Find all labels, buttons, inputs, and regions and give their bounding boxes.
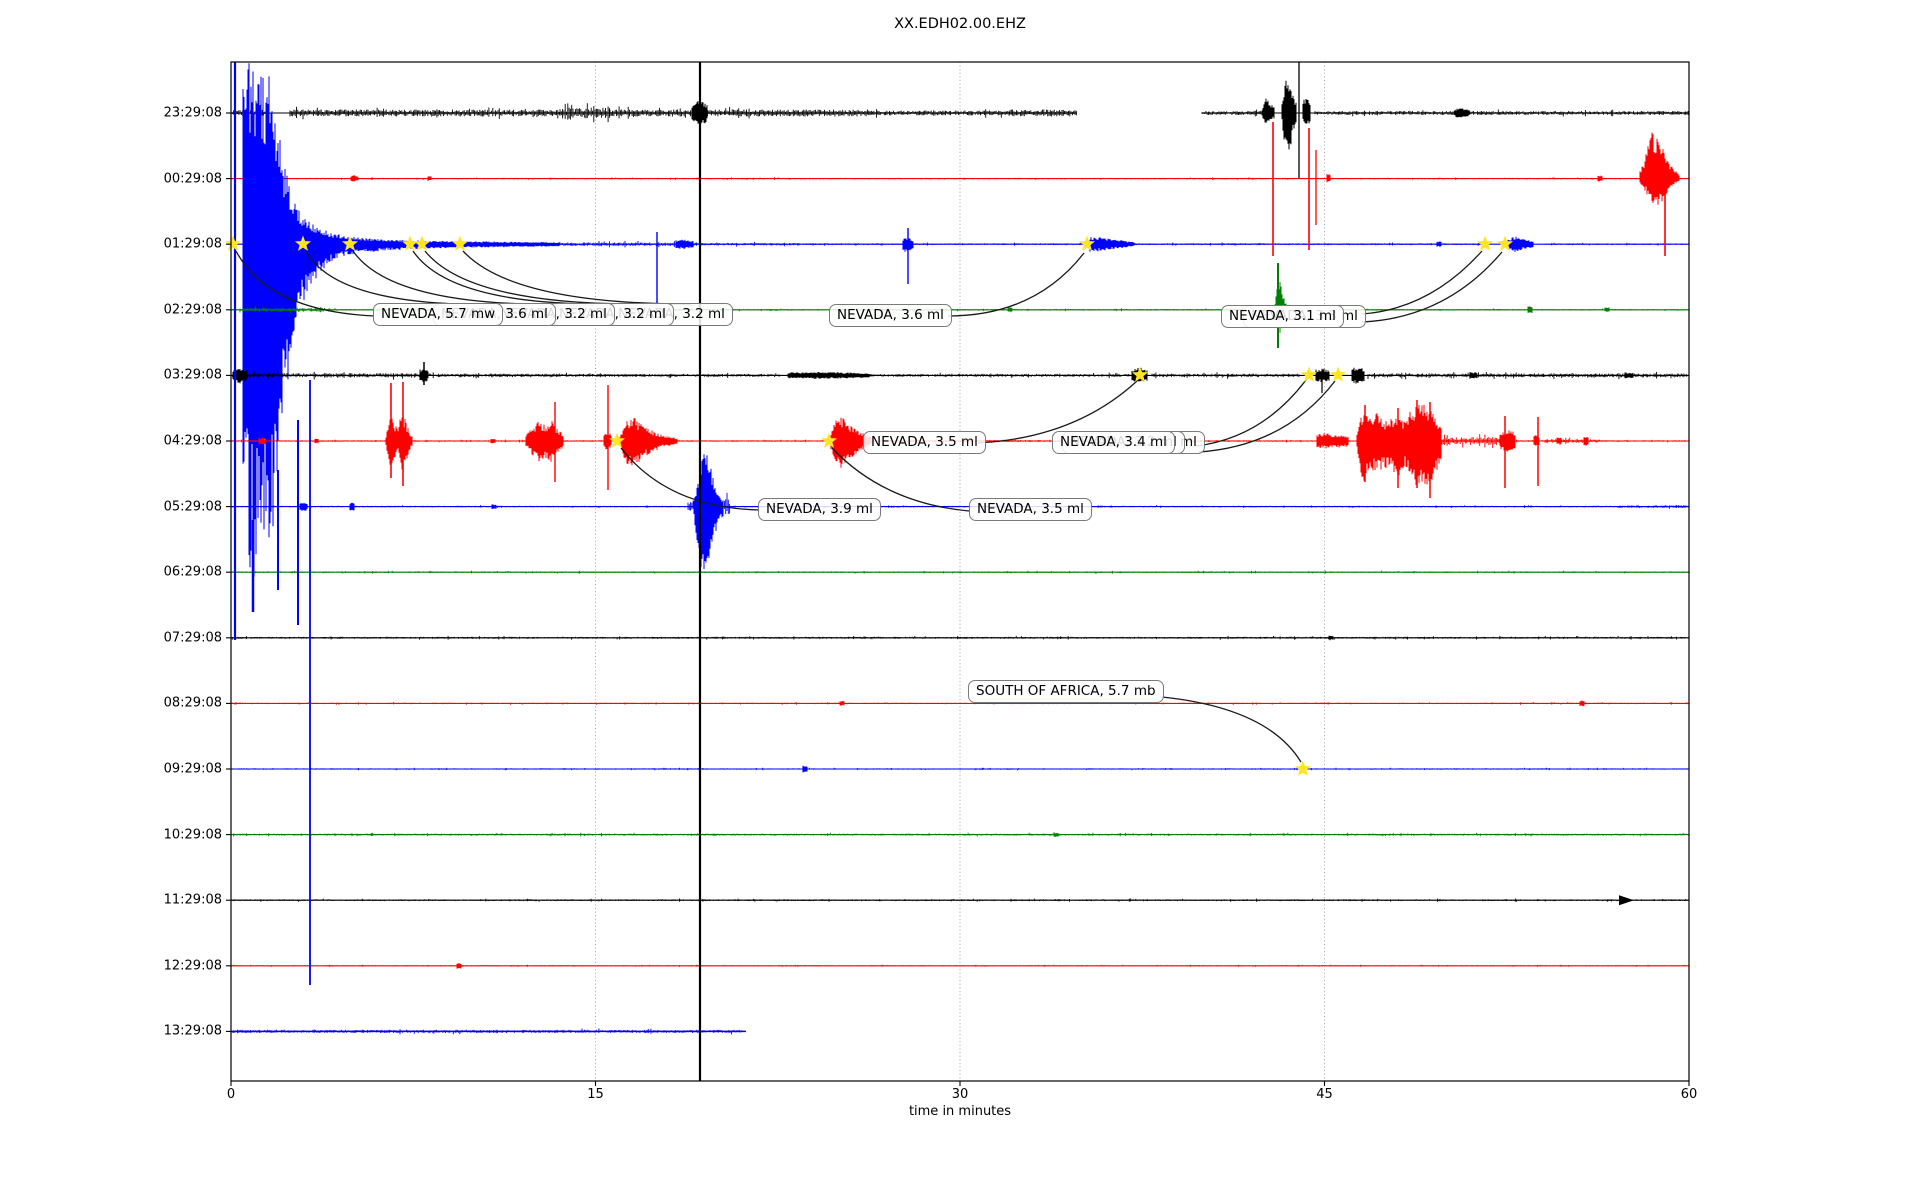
trace-event-burst: [803, 766, 807, 773]
y-tick-label: 05:29:08: [72, 499, 222, 514]
y-tick-label: 23:29:08: [72, 106, 222, 121]
trace-arrow-spike: [1619, 895, 1634, 905]
seismogram-figure: XX.EDH02.00.EHZ 23:29:0800:29:0801:29:08…: [0, 0, 1920, 1200]
x-tick-label: 15: [587, 1087, 604, 1102]
trace-event-burst: [457, 963, 461, 969]
trace-event-burst: [1054, 832, 1058, 837]
annotation-leader-curve: [1162, 697, 1301, 762]
annotation-leader-curve: [1196, 380, 1306, 446]
event-star-icon: [1477, 236, 1493, 251]
event-star-icon: [1330, 367, 1346, 382]
annotation-leader-curve: [621, 448, 760, 510]
annotation-leader-curve: [425, 251, 630, 304]
x-tick-label: 45: [1316, 1087, 1333, 1102]
y-tick-label: 03:29:08: [72, 368, 222, 383]
y-tick-label: 09:29:08: [72, 762, 222, 777]
annotation-leader-curve: [413, 251, 586, 304]
event-annotation-label: NEVADA, 3.4 ml: [1052, 431, 1175, 454]
annotation-leader-curve: [1362, 251, 1482, 314]
y-tick-label: 06:29:08: [72, 565, 222, 580]
y-tick-label: 02:29:08: [72, 302, 222, 317]
x-tick-label: 0: [227, 1087, 235, 1102]
axes-frame: [226, 62, 1689, 1086]
x-axis-title: time in minutes: [231, 1104, 1689, 1119]
trace-event-burst: [636, 282, 1609, 333]
event-annotation-label: NEVADA, 3.6 ml: [829, 304, 952, 327]
y-tick-label: 01:29:08: [72, 237, 222, 252]
y-tick-label: 00:29:08: [72, 171, 222, 186]
trace-event-burst: [300, 454, 723, 569]
trace-row-03:29:08: [231, 368, 1689, 384]
annotation-leader-curve: [948, 253, 1084, 316]
trace-row-00:29:08: [231, 133, 1689, 205]
trace-row-08:29:08: [231, 701, 1689, 707]
y-tick-label: 04:29:08: [72, 434, 222, 449]
event-annotation-label: NEVADA, 3.1 ml: [1221, 305, 1344, 328]
trace-event-burst: [351, 133, 1679, 205]
annotation-leader-curve: [463, 251, 690, 304]
x-tick-label: 60: [1681, 1087, 1698, 1102]
event-annotation-label: NEVADA, 3.5 ml: [969, 498, 1092, 521]
trace-event-burst: [1329, 636, 1333, 640]
trace-row-11:29:08: [231, 895, 1689, 905]
event-star-icon: [452, 236, 468, 251]
traces-layer: [231, 62, 1689, 1081]
event-annotation-label: NEVADA, 3.5 ml: [863, 431, 986, 454]
x-tick-label: 30: [952, 1087, 969, 1102]
y-tick-label: 10:29:08: [72, 827, 222, 842]
trace-row-12:29:08: [231, 963, 1689, 969]
event-annotation-label: NEVADA, 3.9 ml: [758, 498, 881, 521]
event-star-icon: [1301, 367, 1317, 382]
trace-row-13:29:08: [231, 1028, 746, 1034]
event-star-icon: [225, 236, 241, 251]
event-star-icon: [1497, 236, 1513, 251]
event-annotation-label: SOUTH OF AFRICA, 5.7 mb: [968, 680, 1164, 703]
y-tick-label: 07:29:08: [72, 630, 222, 645]
y-tick-label: 08:29:08: [72, 696, 222, 711]
y-tick-label: 13:29:08: [72, 1024, 222, 1039]
y-tick-label: 11:29:08: [72, 893, 222, 908]
y-tick-label: 12:29:08: [72, 958, 222, 973]
event-annotation-label: NEVADA, 5.7 mw: [373, 303, 503, 326]
event-star-icon: [1295, 761, 1311, 776]
helicorder-plot: [0, 0, 1920, 1200]
trace-row-07:29:08: [231, 636, 1689, 640]
